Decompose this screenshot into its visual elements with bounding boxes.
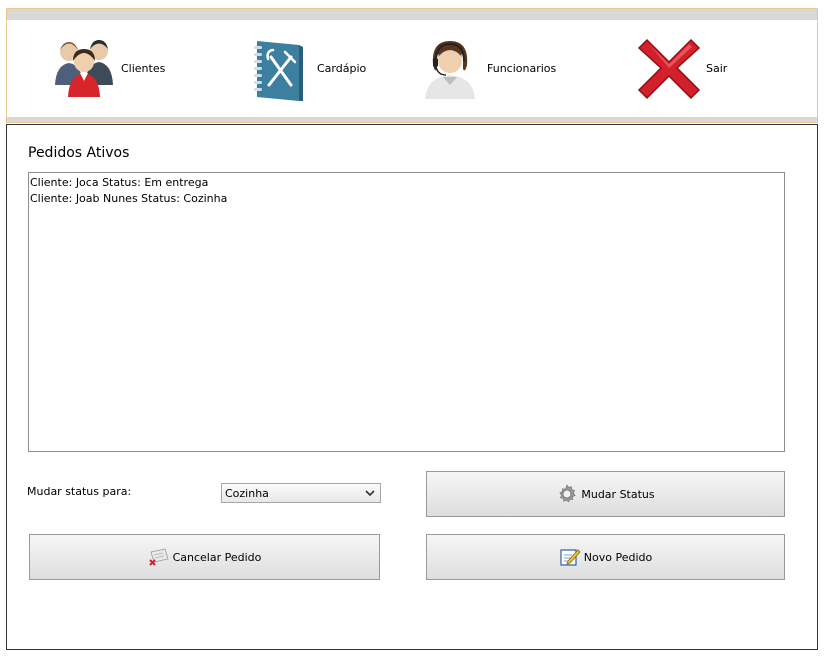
status-selected-value: Cozinha: [225, 486, 269, 500]
cancelar-pedido-label: Cancelar Pedido: [172, 550, 262, 564]
status-dropdown[interactable]: Cozinha: [221, 483, 381, 503]
main-toolbar: Clientes Cardápio Funcionarios Sair: [6, 8, 818, 123]
toolbar-cardapio-label: Cardápio: [317, 61, 367, 75]
toolbar-bottom-strip: [7, 117, 817, 122]
novo-pedido-button[interactable]: Novo Pedido: [426, 534, 785, 580]
mudar-status-label: Mudar Status: [581, 487, 655, 501]
panel-title: Pedidos Ativos: [28, 145, 130, 161]
cancelar-pedido-button[interactable]: Cancelar Pedido: [29, 534, 380, 580]
toolbar-clientes-label: Clientes: [121, 61, 166, 75]
chevron-down-icon: [364, 487, 376, 499]
status-label: Mudar status para:: [27, 485, 132, 498]
orders-listbox[interactable]: Cliente: Joca Status: Em entrega Cliente…: [28, 172, 785, 452]
orders-panel: Pedidos Ativos Cliente: Joca Status: Em …: [6, 124, 818, 650]
menu-book-icon: [245, 33, 315, 103]
exit-x-icon: [634, 33, 704, 103]
toolbar-sair-label: Sair: [706, 61, 728, 75]
toolbar-clientes-button[interactable]: Clientes: [49, 23, 165, 113]
novo-pedido-label: Novo Pedido: [583, 550, 653, 564]
toolbar-cardapio-button[interactable]: Cardápio: [245, 23, 366, 113]
list-item[interactable]: Cliente: Joab Nunes Status: Cozinha: [30, 191, 783, 207]
toolbar-funcionarios-button[interactable]: Funcionarios: [415, 23, 556, 113]
new-document-pencil-icon: [559, 546, 581, 568]
toolbar-top-strip: [7, 9, 817, 20]
mudar-status-button[interactable]: Mudar Status: [426, 471, 785, 517]
toolbar-sair-button[interactable]: Sair: [634, 23, 727, 113]
users-group-icon: [49, 33, 119, 103]
cancel-order-icon: [148, 546, 170, 568]
gear-icon: [556, 483, 578, 505]
toolbar-funcionarios-label: Funcionarios: [487, 61, 557, 75]
employee-headset-icon: [415, 33, 485, 103]
list-item[interactable]: Cliente: Joca Status: Em entrega: [30, 175, 783, 191]
